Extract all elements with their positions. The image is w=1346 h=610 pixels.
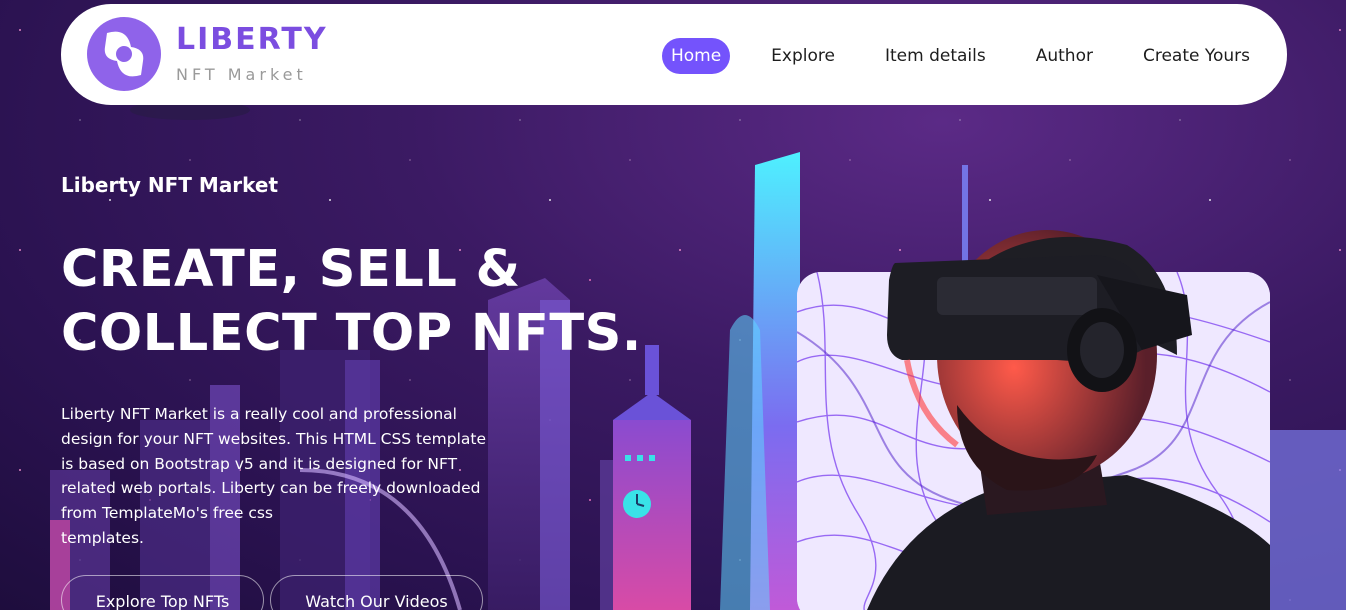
nav-item-explore[interactable]: Explore <box>762 38 844 74</box>
brand-subtitle: NFT Market <box>176 65 307 84</box>
hero-page: LIBERTY NFT Market Home Explore Item det… <box>0 0 1346 610</box>
nav-item-home[interactable]: Home <box>661 38 731 74</box>
explore-top-nfts-button[interactable]: Explore Top NFTs <box>61 575 264 610</box>
hero-eyebrow: Liberty NFT Market <box>61 173 279 197</box>
hero-description-line: is based on Bootstrap v5 and it is desig… <box>61 454 458 473</box>
hero-description-line: templates. <box>61 528 144 547</box>
hero-headline: CREATE, SELL & COLLECT TOP NFTS. <box>61 238 642 366</box>
hero-description-line: design for your NFT websites. This HTML … <box>61 429 487 448</box>
hero-description-line: Liberty NFT Market is a really cool and … <box>61 405 457 423</box>
hero-headline-line-2: COLLECT TOP NFTS. <box>61 304 642 363</box>
liberty-logo-icon[interactable] <box>87 17 161 91</box>
watch-our-videos-button[interactable]: Watch Our Videos <box>270 575 483 610</box>
hero-description: Liberty NFT Market is a really cool and … <box>61 402 531 551</box>
nav-item-item-details[interactable]: Item details <box>876 38 995 74</box>
hero-headline-line-1: CREATE, SELL & <box>61 240 521 299</box>
hero-description-line: from TemplateMo's free css <box>61 504 274 523</box>
vr-headset-person-image <box>867 230 1270 610</box>
top-navigation-bar: LIBERTY NFT Market Home Explore Item det… <box>61 4 1287 105</box>
nav-item-create-yours[interactable]: Create Yours <box>1134 38 1259 74</box>
brand-title[interactable]: LIBERTY <box>176 22 328 57</box>
hero-description-line: related web portals. Liberty can be free… <box>61 479 481 498</box>
nav-item-author[interactable]: Author <box>1027 38 1102 74</box>
main-menu: Home Explore Item details Author Create … <box>661 38 1259 74</box>
